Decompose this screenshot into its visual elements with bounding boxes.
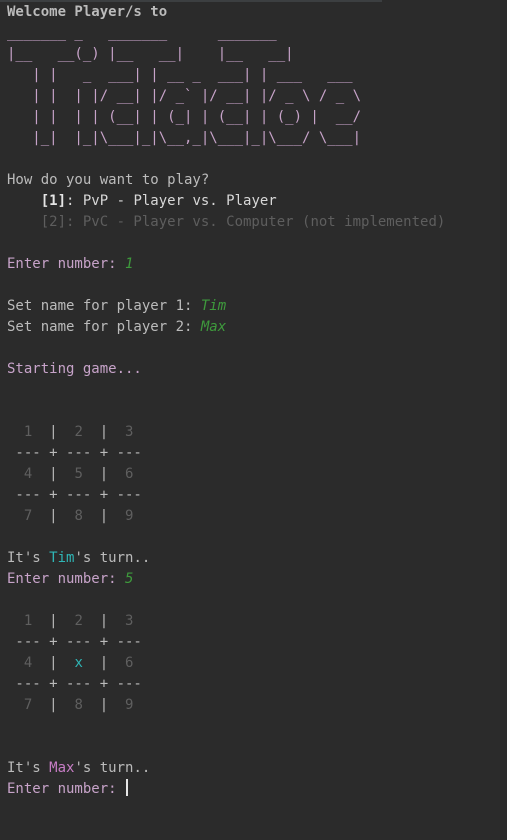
welcome-text: Welcome Player/s to [7, 4, 168, 20]
turn-text-player2: It's Max's turn.. [7, 758, 507, 779]
move-prompt: Enter number: 5 [7, 569, 507, 590]
enter-number-label: Enter number: [7, 781, 126, 797]
board-divider: | [99, 655, 109, 671]
board-after-move: 1 | 2 | 3 --- + --- + --- 4 | x | 6 --- … [7, 611, 507, 716]
board-separator: --- + --- + --- [7, 634, 142, 650]
board-divider: | [99, 466, 109, 482]
player1-name-label: Set name for player 1: [7, 298, 201, 314]
ascii-art-line: | | | |/ __| |/ _` |/ __| |/ _ \ / _ \ [7, 88, 362, 104]
board-cell: 7 [23, 697, 33, 713]
board-cell: 1 [23, 613, 33, 629]
ascii-art-line: |_| |_|\___|_|\__,_|\___|_|\___/ \___| [7, 130, 362, 146]
board-cell: 4 [23, 466, 33, 482]
board-cell: 6 [125, 655, 134, 671]
board-initial: 1 | 2 | 3 --- + --- + --- 4 | 5 | 6 --- … [7, 422, 507, 527]
terminal-output[interactable]: Welcome Player/s to _______ _ _______ __… [7, 2, 507, 800]
move-input-value: 5 [125, 571, 134, 587]
board-row: 4 | 5 | 6 [7, 464, 507, 485]
board-cell: 9 [125, 508, 134, 524]
current-input-line[interactable]: Enter number: [7, 779, 507, 800]
board-cell: 1 [23, 424, 33, 440]
board-cell: 4 [23, 655, 33, 671]
board-cell-marked: x [74, 655, 83, 671]
turn-prefix: It's [7, 550, 50, 566]
mode-prompt: Enter number: 1 [7, 254, 507, 275]
board-row: 1 | 2 | 3 [7, 611, 507, 632]
board-divider: | [49, 613, 58, 629]
board-row: 7 | 8 | 9 [7, 506, 507, 527]
ascii-art-line: | | | | (__| | (_| | (__| | (_) | __/ [7, 109, 362, 125]
board-divider: | [99, 613, 109, 629]
ascii-art-line: | | _ ___| | __ _ ___| | ___ ___ [7, 67, 353, 83]
player1-name-value: Tim [200, 298, 227, 314]
board-divider: | [49, 697, 58, 713]
board-separator: --- + --- + --- [7, 487, 142, 503]
enter-number-label: Enter number: [7, 256, 126, 272]
ascii-art-title: _______ _ _______ _______ |__ __(_) |__ … [7, 23, 507, 149]
board-divider: | [99, 508, 109, 524]
ascii-art-line: _______ _ _______ _______ [7, 25, 277, 41]
board-cell: 8 [74, 697, 83, 713]
player1-name-prompt: Set name for player 1: Tim [7, 296, 507, 317]
board-row: 4 | x | 6 [7, 653, 507, 674]
board-divider: | [49, 424, 58, 440]
turn-suffix: 's turn.. [74, 550, 151, 566]
board-separator: --- + --- + --- [7, 445, 142, 461]
board-divider: | [49, 655, 58, 671]
ascii-art-line: |__ __(_) |__ __| |__ __| [7, 46, 294, 62]
board-divider: | [99, 424, 109, 440]
board-row: 1 | 2 | 3 [7, 422, 507, 443]
menu-option-pvc: [2]: PvC - Player vs. Computer (not impl… [7, 212, 507, 233]
turn-text-player1: It's Tim's turn.. [7, 548, 507, 569]
menu-option-pvp: [1]: PvP - Player vs. Player [7, 191, 507, 212]
menu-option-pvp-label: : PvP - Player vs. Player [66, 193, 277, 209]
board-cell: 7 [23, 508, 33, 524]
board-separator: --- + --- + --- [7, 676, 142, 692]
menu-question: How do you want to play? [7, 172, 210, 188]
board-divider: | [49, 466, 58, 482]
enter-number-label: Enter number: [7, 571, 126, 587]
text-cursor[interactable] [126, 779, 129, 796]
menu-option-pvc-label: [2]: PvC - Player vs. Computer (not impl… [40, 214, 446, 230]
player2-name-prompt: Set name for player 2: Max [7, 317, 507, 338]
board-divider: | [99, 697, 109, 713]
turn-player-name: Tim [49, 550, 75, 566]
mode-input-value: 1 [125, 256, 134, 272]
turn-player-name: Max [49, 760, 75, 776]
board-cell: 3 [125, 424, 134, 440]
board-row: 7 | 8 | 9 [7, 695, 507, 716]
board-cell: 9 [125, 697, 134, 713]
starting-game-text: Starting game... [7, 361, 142, 377]
turn-prefix: It's [7, 760, 50, 776]
board-cell: 2 [74, 424, 83, 440]
board-cell: 8 [74, 508, 83, 524]
player2-name-value: Max [200, 319, 227, 335]
board-cell: 5 [74, 466, 83, 482]
turn-suffix: 's turn.. [74, 760, 151, 776]
player2-name-label: Set name for player 2: [7, 319, 201, 335]
board-cell: 2 [74, 613, 83, 629]
menu-option-pvp-key: [1] [40, 193, 67, 209]
board-divider: | [49, 508, 58, 524]
board-cell: 3 [125, 613, 134, 629]
board-cell: 6 [125, 466, 134, 482]
